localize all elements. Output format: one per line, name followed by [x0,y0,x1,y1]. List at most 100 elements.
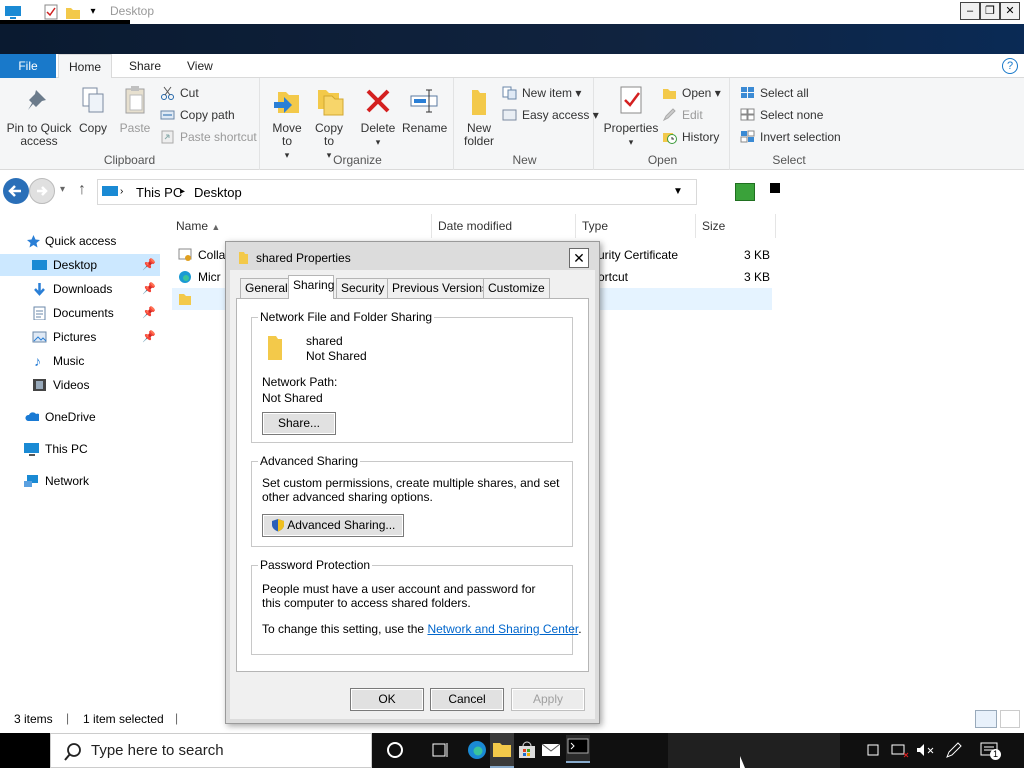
breadcrumb-chevron-icon[interactable]: ▸ [180,186,185,197]
new-item-button[interactable]: New item ▾ [502,84,581,102]
nav-network[interactable]: Network [0,470,160,492]
properties-button[interactable]: Properties ▾ [602,84,660,149]
history-button[interactable]: History [662,128,719,146]
back-button[interactable] [3,178,29,204]
videos-icon [33,379,46,391]
network-sharing-center-link[interactable]: Network and Sharing Center [427,622,578,636]
nav-this-pc[interactable]: This PC [0,438,160,460]
nav-desktop[interactable]: Desktop 📌 [0,254,160,276]
start-button[interactable] [0,733,50,768]
tab-sharing[interactable]: Sharing [288,275,334,299]
select-none-button[interactable]: Select none [740,106,823,124]
dialog-title: shared Properties [256,251,351,265]
edit-button[interactable]: Edit [662,106,703,124]
terminal-icon[interactable] [566,735,590,763]
properties-quick-icon[interactable] [42,3,60,21]
pen-icon[interactable] [944,739,962,761]
copy-to-button[interactable]: Copy to ▾ [310,84,348,162]
nav-pictures[interactable]: Pictures 📌 [0,326,160,348]
forward-button[interactable] [29,178,55,204]
task-view-icon[interactable] [430,739,452,761]
minimize-button[interactable]: – [960,2,980,20]
store-icon[interactable] [516,739,538,761]
taskbar: Type here to search 1 [0,733,1024,768]
refresh-icon[interactable] [735,183,755,201]
column-type[interactable]: Type [576,214,696,238]
move-to-button[interactable]: Move to ▾ [268,84,306,162]
notification-center-icon[interactable]: 1 [978,739,1001,761]
new-folder-quick-icon[interactable] [64,3,82,21]
nav-quick-access[interactable]: Quick access [0,230,160,252]
invert-selection-button[interactable]: Invert selection [740,128,841,146]
share-button[interactable]: Share... [262,412,336,435]
tab-share[interactable]: Share [117,54,173,78]
up-arrow-icon[interactable]: ↑ [78,181,86,199]
nav-onedrive[interactable]: OneDrive [0,406,160,428]
cancel-button[interactable]: Cancel [430,688,504,711]
close-window-button[interactable]: ✕ [1000,2,1020,20]
select-group-label: Select [772,153,806,167]
address-bar[interactable]: › This PC ▸ Desktop ▼ [97,179,697,205]
breadcrumb-this-pc[interactable]: This PC [136,185,182,200]
sharing-tab-page: Network File and Folder Sharing shared N… [236,298,589,672]
edge-browser-icon[interactable] [466,739,488,761]
help-icon[interactable]: ? [1002,58,1018,74]
nav-music[interactable]: ♪ Music [0,350,160,372]
tab-security[interactable]: Security [336,278,390,298]
apply-button[interactable]: Apply [511,688,585,711]
delete-button[interactable]: Delete ▾ [358,84,398,149]
select-all-icon [741,87,754,98]
cut-button[interactable]: Cut [160,84,199,102]
copy-path-button[interactable]: Copy path [160,106,235,124]
large-icons-view-icon[interactable] [1000,710,1020,728]
ok-button[interactable]: OK [350,688,424,711]
select-group: Select all Select none Invert selection … [732,78,846,170]
network-path-value: Not Shared [262,391,323,405]
customize-quick-access-icon[interactable]: ▾ [84,3,102,21]
rename-button[interactable]: Rename [402,84,447,135]
advanced-sharing-button[interactable]: Advanced Sharing... [262,514,404,537]
tab-view[interactable]: View [175,54,225,78]
back-arrow-icon [8,185,21,197]
volume-muted-icon[interactable] [914,739,936,761]
nav-videos[interactable]: Videos [0,374,160,396]
title-bar: ▾ Desktop – ❐ ✕ [0,0,1024,24]
paste-shortcut-button[interactable]: Paste shortcut [160,128,257,146]
copy-button[interactable]: Copy [76,84,110,135]
restore-button[interactable]: ❐ [980,2,1000,20]
tab-file[interactable]: File [0,54,56,78]
file-explorer-taskbar-icon[interactable] [490,733,514,768]
open-button[interactable]: Open ▾ [662,84,721,102]
taskbar-search-box[interactable]: Type here to search [50,733,372,768]
recent-locations-icon[interactable]: ▾ [60,184,65,195]
address-dropdown-icon[interactable]: ▼ [673,186,683,197]
meet-now-icon[interactable] [866,739,882,761]
tab-general[interactable]: General [240,278,293,298]
paste-button[interactable]: Paste [116,84,154,135]
pin-to-quick-access-button[interactable]: Pin to Quick access [4,84,74,148]
network-icon [24,475,38,487]
computer-icon[interactable] [4,3,22,21]
tab-customize[interactable]: Customize [483,278,550,298]
network-tray-icon[interactable] [890,739,910,761]
dialog-close-button[interactable]: ✕ [569,248,589,268]
details-view-icon[interactable] [975,710,997,728]
nav-downloads[interactable]: Downloads 📌 [0,278,160,300]
breadcrumb-desktop[interactable]: Desktop [194,185,242,200]
star-icon [27,235,40,248]
column-date-modified[interactable]: Date modified [432,214,576,238]
easy-access-button[interactable]: Easy access ▾ [502,106,599,124]
select-all-button[interactable]: Select all [740,84,809,102]
column-name[interactable]: Name ▲ [160,214,432,238]
column-size[interactable]: Size [696,214,776,238]
cloud-icon [25,412,39,421]
properties-dialog: shared Properties ✕ General Sharing Secu… [225,241,600,724]
tab-home[interactable]: Home [58,54,112,79]
new-item-icon [502,86,517,100]
cortana-icon[interactable] [384,739,406,761]
new-folder-button[interactable]: New folder [460,84,498,148]
properties-icon [616,84,646,118]
tab-previous-versions[interactable]: Previous Versions [387,278,494,298]
nav-documents[interactable]: Documents 📌 [0,302,160,324]
mail-icon[interactable] [540,739,562,761]
